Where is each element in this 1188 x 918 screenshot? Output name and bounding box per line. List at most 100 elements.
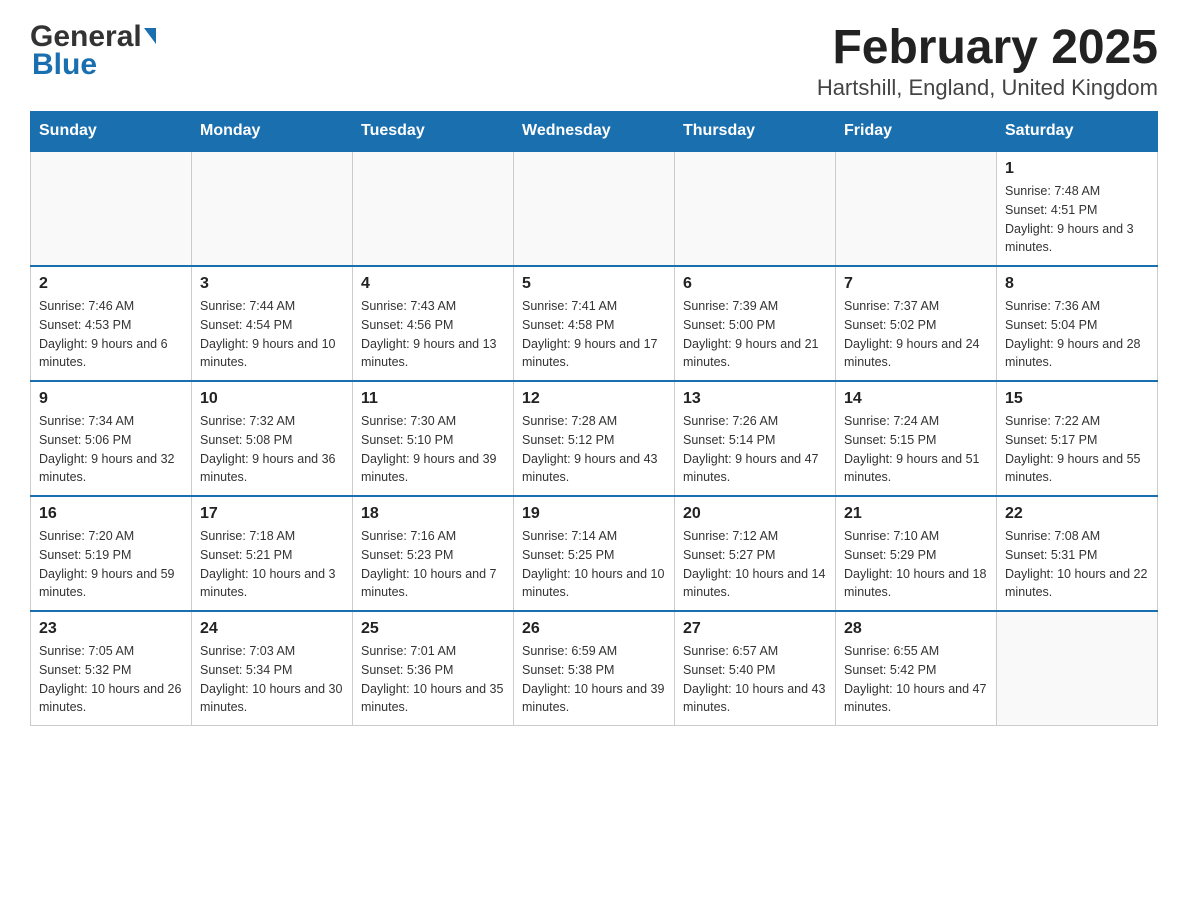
- calendar-day-cell: 18 Sunrise: 7:16 AMSunset: 5:23 PMDayligh…: [353, 496, 514, 611]
- day-number: 28: [844, 620, 988, 638]
- day-number: 26: [522, 620, 666, 638]
- day-number: 10: [200, 390, 344, 408]
- day-info: Sunrise: 7:12 AMSunset: 5:27 PMDaylight:…: [683, 527, 827, 602]
- day-info: Sunrise: 7:28 AMSunset: 5:12 PMDaylight:…: [522, 412, 666, 487]
- calendar-day-cell: 2 Sunrise: 7:46 AMSunset: 4:53 PMDaylight…: [31, 266, 192, 381]
- day-info: Sunrise: 7:43 AMSunset: 4:56 PMDaylight:…: [361, 297, 505, 372]
- calendar-day-cell: 16Sunrise: 7:20 AMSunset: 5:19 PMDayligh…: [31, 496, 192, 611]
- page-header: General Blue February 2025 Hartshill, En…: [30, 20, 1158, 101]
- calendar-day-cell: [353, 151, 514, 266]
- calendar-day-cell: 4 Sunrise: 7:43 AMSunset: 4:56 PMDaylight…: [353, 266, 514, 381]
- calendar-day-cell: [31, 151, 192, 266]
- day-info: Sunrise: 7:37 AMSunset: 5:02 PMDaylight:…: [844, 297, 988, 372]
- calendar-day-cell: 19 Sunrise: 7:14 AMSunset: 5:25 PMDayligh…: [514, 496, 675, 611]
- calendar-day-cell: [836, 151, 997, 266]
- day-number: 19: [522, 505, 666, 523]
- calendar-day-cell: 11 Sunrise: 7:30 AMSunset: 5:10 PMDayligh…: [353, 381, 514, 496]
- calendar-day-cell: 27Sunrise: 6:57 AMSunset: 5:40 PMDayligh…: [675, 611, 836, 726]
- calendar-table: SundayMondayTuesdayWednesdayThursdayFrid…: [30, 111, 1158, 726]
- calendar-day-header: Saturday: [997, 112, 1158, 152]
- day-number: 18: [361, 505, 505, 523]
- calendar-day-cell: [514, 151, 675, 266]
- day-number: 27: [683, 620, 827, 638]
- day-number: 6: [683, 275, 827, 293]
- calendar-day-header: Sunday: [31, 112, 192, 152]
- calendar-day-cell: 25 Sunrise: 7:01 AMSunset: 5:36 PMDayligh…: [353, 611, 514, 726]
- day-info: Sunrise: 6:55 AMSunset: 5:42 PMDaylight:…: [844, 642, 988, 717]
- day-number: 20: [683, 505, 827, 523]
- day-info: Sunrise: 7:16 AMSunset: 5:23 PMDaylight:…: [361, 527, 505, 602]
- day-info: Sunrise: 7:20 AMSunset: 5:19 PMDaylight:…: [39, 527, 183, 602]
- calendar-day-cell: 8 Sunrise: 7:36 AMSunset: 5:04 PMDaylight…: [997, 266, 1158, 381]
- calendar-day-cell: 13Sunrise: 7:26 AMSunset: 5:14 PMDayligh…: [675, 381, 836, 496]
- day-info: Sunrise: 7:14 AMSunset: 5:25 PMDaylight:…: [522, 527, 666, 602]
- day-number: 21: [844, 505, 988, 523]
- day-number: 14: [844, 390, 988, 408]
- calendar-day-cell: 9 Sunrise: 7:34 AMSunset: 5:06 PMDaylight…: [31, 381, 192, 496]
- day-number: 3: [200, 275, 344, 293]
- day-info: Sunrise: 7:39 AMSunset: 5:00 PMDaylight:…: [683, 297, 827, 372]
- day-info: Sunrise: 7:44 AMSunset: 4:54 PMDaylight:…: [200, 297, 344, 372]
- day-info: Sunrise: 7:01 AMSunset: 5:36 PMDaylight:…: [361, 642, 505, 717]
- day-info: Sunrise: 7:26 AMSunset: 5:14 PMDaylight:…: [683, 412, 827, 487]
- day-info: Sunrise: 7:05 AMSunset: 5:32 PMDaylight:…: [39, 642, 183, 717]
- day-number: 17: [200, 505, 344, 523]
- calendar-day-cell: [997, 611, 1158, 726]
- day-number: 12: [522, 390, 666, 408]
- calendar-day-cell: 7 Sunrise: 7:37 AMSunset: 5:02 PMDaylight…: [836, 266, 997, 381]
- page-subtitle: Hartshill, England, United Kingdom: [817, 75, 1158, 101]
- calendar-day-cell: 28 Sunrise: 6:55 AMSunset: 5:42 PMDayligh…: [836, 611, 997, 726]
- calendar-day-header: Monday: [192, 112, 353, 152]
- day-info: Sunrise: 7:36 AMSunset: 5:04 PMDaylight:…: [1005, 297, 1149, 372]
- day-info: Sunrise: 7:46 AMSunset: 4:53 PMDaylight:…: [39, 297, 183, 372]
- day-number: 25: [361, 620, 505, 638]
- calendar-day-cell: 1 Sunrise: 7:48 AMSunset: 4:51 PMDaylight…: [997, 151, 1158, 266]
- day-number: 15: [1005, 390, 1149, 408]
- day-number: 4: [361, 275, 505, 293]
- day-number: 24: [200, 620, 344, 638]
- logo-arrow-icon: [144, 28, 156, 44]
- day-number: 1: [1005, 160, 1149, 178]
- calendar-header-row: SundayMondayTuesdayWednesdayThursdayFrid…: [31, 112, 1158, 152]
- day-number: 2: [39, 275, 183, 293]
- calendar-day-cell: 22Sunrise: 7:08 AMSunset: 5:31 PMDayligh…: [997, 496, 1158, 611]
- calendar-day-cell: 26 Sunrise: 6:59 AMSunset: 5:38 PMDayligh…: [514, 611, 675, 726]
- calendar-day-cell: 12 Sunrise: 7:28 AMSunset: 5:12 PMDayligh…: [514, 381, 675, 496]
- calendar-day-cell: [675, 151, 836, 266]
- day-info: Sunrise: 7:32 AMSunset: 5:08 PMDaylight:…: [200, 412, 344, 487]
- calendar-day-cell: 20 Sunrise: 7:12 AMSunset: 5:27 PMDayligh…: [675, 496, 836, 611]
- page-title: February 2025: [817, 20, 1158, 75]
- day-number: 11: [361, 390, 505, 408]
- calendar-day-cell: 24 Sunrise: 7:03 AMSunset: 5:34 PMDayligh…: [192, 611, 353, 726]
- day-info: Sunrise: 7:48 AMSunset: 4:51 PMDaylight:…: [1005, 182, 1149, 257]
- logo: General Blue: [30, 20, 156, 82]
- calendar-day-cell: [192, 151, 353, 266]
- calendar-day-cell: 14 Sunrise: 7:24 AMSunset: 5:15 PMDayligh…: [836, 381, 997, 496]
- calendar-day-cell: 6 Sunrise: 7:39 AMSunset: 5:00 PMDaylight…: [675, 266, 836, 381]
- day-info: Sunrise: 7:03 AMSunset: 5:34 PMDaylight:…: [200, 642, 344, 717]
- day-info: Sunrise: 7:30 AMSunset: 5:10 PMDaylight:…: [361, 412, 505, 487]
- calendar-day-header: Tuesday: [353, 112, 514, 152]
- day-number: 7: [844, 275, 988, 293]
- calendar-day-cell: 21 Sunrise: 7:10 AMSunset: 5:29 PMDayligh…: [836, 496, 997, 611]
- day-number: 9: [39, 390, 183, 408]
- day-info: Sunrise: 7:34 AMSunset: 5:06 PMDaylight:…: [39, 412, 183, 487]
- calendar-day-header: Wednesday: [514, 112, 675, 152]
- logo-blue-text: Blue: [32, 48, 156, 82]
- calendar-week-row: 9 Sunrise: 7:34 AMSunset: 5:06 PMDaylight…: [31, 381, 1158, 496]
- calendar-week-row: 2 Sunrise: 7:46 AMSunset: 4:53 PMDaylight…: [31, 266, 1158, 381]
- calendar-week-row: 23 Sunrise: 7:05 AMSunset: 5:32 PMDayligh…: [31, 611, 1158, 726]
- calendar-week-row: 16Sunrise: 7:20 AMSunset: 5:19 PMDayligh…: [31, 496, 1158, 611]
- day-info: Sunrise: 7:10 AMSunset: 5:29 PMDaylight:…: [844, 527, 988, 602]
- calendar-week-row: 1 Sunrise: 7:48 AMSunset: 4:51 PMDaylight…: [31, 151, 1158, 266]
- day-number: 8: [1005, 275, 1149, 293]
- day-info: Sunrise: 7:22 AMSunset: 5:17 PMDaylight:…: [1005, 412, 1149, 487]
- day-number: 23: [39, 620, 183, 638]
- calendar-day-cell: 23 Sunrise: 7:05 AMSunset: 5:32 PMDayligh…: [31, 611, 192, 726]
- title-section: February 2025 Hartshill, England, United…: [817, 20, 1158, 101]
- day-info: Sunrise: 6:59 AMSunset: 5:38 PMDaylight:…: [522, 642, 666, 717]
- day-info: Sunrise: 7:08 AMSunset: 5:31 PMDaylight:…: [1005, 527, 1149, 602]
- calendar-day-header: Thursday: [675, 112, 836, 152]
- day-number: 5: [522, 275, 666, 293]
- day-info: Sunrise: 7:24 AMSunset: 5:15 PMDaylight:…: [844, 412, 988, 487]
